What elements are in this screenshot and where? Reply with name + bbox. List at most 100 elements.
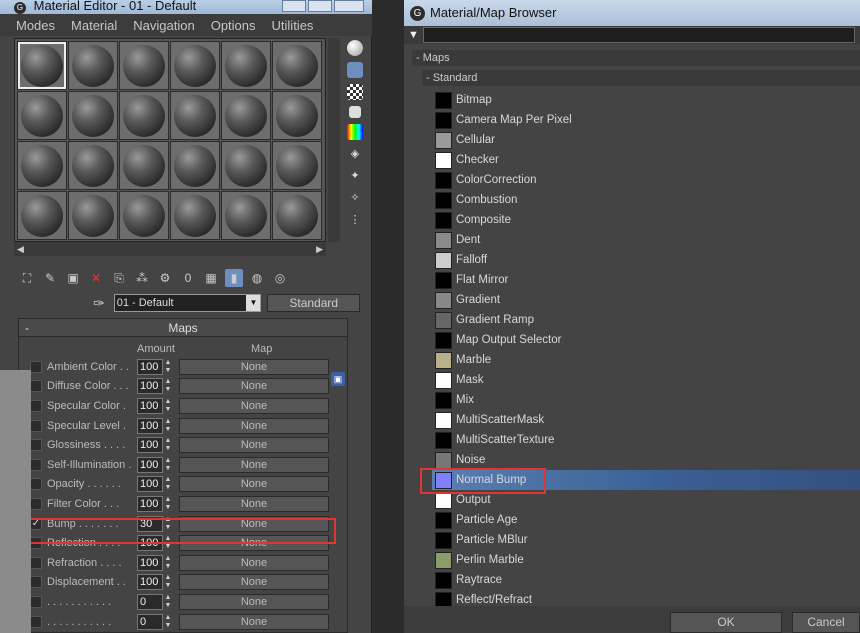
map-amount-field[interactable]: 0 — [137, 613, 163, 630]
map-type-item[interactable]: Marble — [432, 350, 860, 370]
sample-slot[interactable] — [17, 191, 67, 240]
amount-spinner-icon[interactable]: ▲ ▼ — [163, 359, 173, 375]
rollout-collapse-toggle[interactable]: - — [25, 321, 29, 335]
map-slot-button[interactable]: None — [179, 495, 329, 512]
video-color-check-icon[interactable] — [347, 124, 363, 140]
map-type-item[interactable]: Camera Map Per Pixel — [432, 110, 860, 130]
amount-spinner-icon[interactable]: ▲ ▼ — [163, 574, 173, 590]
scroll-right-arrow-icon[interactable]: ▶ — [316, 244, 323, 255]
menu-material[interactable]: Material — [71, 18, 117, 33]
map-slot-button[interactable]: None — [179, 574, 329, 591]
map-type-item[interactable]: Composite — [432, 210, 860, 230]
background-checker-icon[interactable] — [347, 84, 363, 100]
map-enable-checkbox[interactable] — [30, 595, 42, 608]
map-type-item[interactable]: Flat Mirror — [432, 270, 860, 290]
sample-slot[interactable] — [17, 141, 67, 190]
sample-slot[interactable] — [68, 41, 118, 90]
map-type-item[interactable]: Perlin Marble — [432, 550, 860, 570]
chevron-down-icon[interactable]: ▼ — [246, 295, 261, 311]
map-enable-checkbox[interactable] — [30, 478, 42, 491]
map-type-item[interactable]: Cellular — [432, 130, 860, 150]
map-slot-button[interactable]: None — [179, 476, 329, 493]
map-type-item[interactable]: Map Output Selector — [432, 330, 860, 350]
sample-slot[interactable] — [170, 191, 220, 240]
material-map-navigator-icon[interactable]: ⋮ — [347, 212, 363, 228]
sample-slot[interactable] — [68, 141, 118, 190]
sample-slot[interactable] — [119, 41, 169, 90]
sample-slot[interactable] — [170, 91, 220, 140]
menu-utilities[interactable]: Utilities — [272, 18, 314, 33]
sample-slot[interactable] — [272, 141, 322, 190]
map-type-item[interactable]: Mask — [432, 370, 860, 390]
close-icon[interactable] — [334, 0, 364, 12]
map-enable-checkbox[interactable] — [30, 399, 42, 412]
lock-icon[interactable]: ▣ — [331, 372, 345, 386]
map-amount-field[interactable]: 0 — [137, 593, 163, 610]
sample-slot[interactable] — [272, 191, 322, 240]
map-slot-button[interactable]: None — [179, 358, 329, 375]
amount-spinner-icon[interactable]: ▲ ▼ — [163, 614, 173, 630]
map-slot-button[interactable]: None — [179, 593, 329, 610]
sample-slot[interactable] — [17, 41, 67, 90]
sample-slot[interactable] — [221, 191, 271, 240]
slots-horizontal-scrollbar[interactable]: ◀ ▶ — [14, 242, 326, 256]
sample-type-icon[interactable] — [347, 40, 363, 56]
reset-map-icon[interactable]: ✕ — [87, 269, 105, 287]
map-enable-checkbox[interactable] — [30, 576, 42, 589]
sample-uv-tiling-icon[interactable] — [349, 106, 361, 118]
material-id-channel-icon[interactable]: 0 — [179, 269, 197, 287]
map-slot-button[interactable]: None — [179, 613, 329, 630]
material-type-button[interactable]: Standard — [267, 294, 360, 312]
minimize-icon[interactable] — [282, 0, 306, 12]
map-amount-field[interactable]: 100 — [137, 397, 163, 414]
ok-button[interactable]: OK — [670, 612, 782, 633]
map-enable-checkbox[interactable] — [30, 497, 42, 510]
map-type-item[interactable]: Checker — [432, 150, 860, 170]
amount-spinner-icon[interactable]: ▲ ▼ — [163, 457, 173, 473]
put-to-library-icon[interactable]: ⚙ — [156, 269, 174, 287]
map-type-item[interactable]: MultiScatterMask — [432, 410, 860, 430]
map-amount-field[interactable]: 100 — [137, 417, 163, 434]
sample-slot[interactable] — [17, 91, 67, 140]
assign-to-selection-icon[interactable]: ▣ — [64, 269, 82, 287]
get-material-icon[interactable]: ⛶ — [18, 269, 36, 287]
cancel-button[interactable]: Cancel — [792, 612, 860, 633]
map-enable-checkbox[interactable] — [30, 360, 42, 373]
make-unique-icon[interactable]: ⁂ — [133, 269, 151, 287]
map-type-item[interactable]: MultiScatterTexture — [432, 430, 860, 450]
eyedropper-icon[interactable]: ✑ — [90, 295, 108, 312]
sample-slot[interactable] — [170, 141, 220, 190]
map-slot-button[interactable]: None — [179, 456, 329, 473]
put-to-scene-icon[interactable]: ✎ — [41, 269, 59, 287]
map-type-item[interactable]: Dent — [432, 230, 860, 250]
map-amount-field[interactable]: 100 — [137, 358, 163, 375]
copy-material-icon[interactable]: ⎘ — [110, 269, 128, 287]
map-slot-button[interactable]: None — [179, 378, 329, 395]
sample-slot[interactable] — [221, 91, 271, 140]
search-input[interactable] — [422, 27, 855, 43]
sample-slot[interactable] — [272, 91, 322, 140]
map-amount-field[interactable]: 100 — [137, 456, 163, 473]
map-type-item[interactable]: ColorCorrection — [432, 170, 860, 190]
map-type-item[interactable]: Particle Age — [432, 510, 860, 530]
amount-spinner-icon[interactable]: ▲ ▼ — [163, 378, 173, 394]
sample-slot[interactable] — [68, 91, 118, 140]
sample-slot[interactable] — [119, 191, 169, 240]
show-map-in-viewport-icon[interactable]: ▦ — [202, 269, 220, 287]
map-enable-checkbox[interactable] — [30, 380, 42, 393]
map-amount-field[interactable]: 100 — [137, 495, 163, 512]
map-amount-field[interactable]: 100 — [137, 378, 163, 395]
sample-slot[interactable] — [170, 41, 220, 90]
menu-modes[interactable]: Modes — [16, 18, 55, 33]
amount-spinner-icon[interactable]: ▲ ▼ — [163, 437, 173, 453]
subgroup-standard[interactable]: - Standard — [422, 70, 860, 86]
map-enable-checkbox[interactable] — [30, 439, 42, 452]
go-forward-to-sibling-icon[interactable]: ◎ — [271, 269, 289, 287]
map-type-item[interactable]: Bitmap — [432, 90, 860, 110]
map-amount-field[interactable]: 100 — [137, 554, 163, 571]
map-type-item[interactable]: Combustion — [432, 190, 860, 210]
backlight-icon[interactable] — [347, 62, 363, 78]
maps-rollout-header[interactable]: - Maps — [19, 319, 347, 337]
map-type-item[interactable]: Noise — [432, 450, 860, 470]
show-end-result-icon[interactable]: ▮ — [225, 269, 243, 287]
